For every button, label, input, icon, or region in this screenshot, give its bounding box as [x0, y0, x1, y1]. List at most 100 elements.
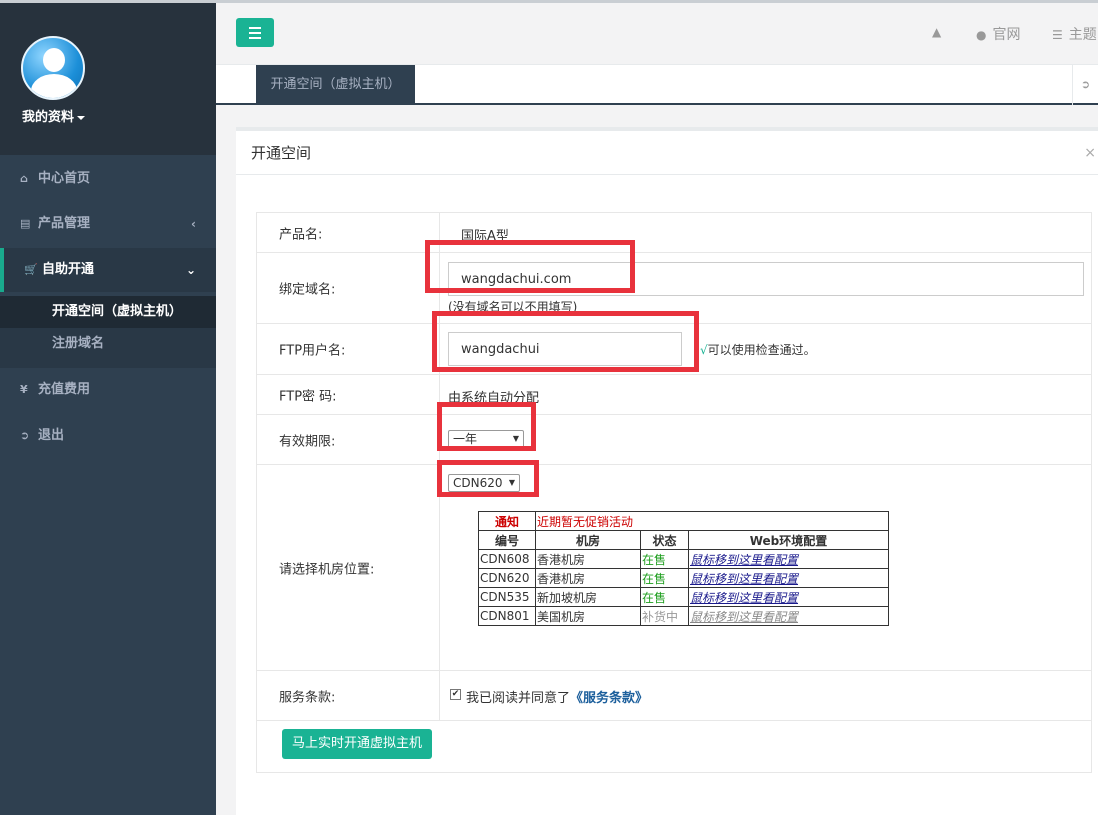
room-config-link[interactable]: 鼠标移到这里看配置 [688, 606, 889, 626]
avatar[interactable] [21, 36, 85, 100]
highlight-box-period [437, 402, 536, 451]
form-row-submit: 马上实时开通虚拟主机 [256, 720, 1092, 773]
close-icon[interactable]: × [1084, 145, 1096, 161]
chevron-down-icon: ⌄ [185, 263, 196, 277]
page-tab-bar: 开通空间（虚拟主机） ➲ [216, 64, 1098, 105]
room-table-notice-row: 通知 近期暂无促销活动 [478, 511, 889, 531]
server-icon: ▤ [20, 217, 31, 230]
sidebar-subitem-label: 开通空间（虚拟主机） [52, 304, 183, 319]
form-row-product: 产品名: 国际A型 [256, 212, 1092, 253]
signout-icon: ➲ [20, 429, 30, 442]
form-row-period: 有效期限: 一年 ▼ [256, 414, 1092, 465]
form-row-ftp-password: FTP密 码: 由系统自动分配 [256, 374, 1092, 415]
tab-label: 开通空间（虚拟主机） [270, 77, 401, 92]
sidebar-item-label: 自助开通 [42, 262, 95, 277]
table-row: CDN535 新加坡机房 在售 鼠标移到这里看配置 [478, 587, 889, 607]
profile-section: 我的资料 [0, 3, 216, 155]
sidebar-item-label: 产品管理 [38, 216, 91, 231]
room-config-link[interactable]: 鼠标移到这里看配置 [688, 587, 889, 607]
bell-icon: ▲ [932, 25, 942, 39]
terms-checkbox[interactable]: ✔ [450, 689, 461, 700]
column-header: Web环境配置 [688, 530, 889, 550]
yen-icon: ¥ [20, 383, 28, 396]
top-navbar: ▲ ● 官网 ☰ 主题 [216, 3, 1098, 64]
sidebar-item-products[interactable]: ▤ 产品管理 ‹ [0, 202, 216, 246]
column-header: 编号 [478, 530, 536, 550]
room-id: CDN535 [478, 587, 536, 607]
room-config-link[interactable]: 鼠标移到这里看配置 [688, 549, 889, 569]
ftp-check-result: √可以使用检查通过。 [700, 341, 816, 358]
sidebar-item-label: 充值费用 [38, 382, 91, 397]
terms-label: 服务条款: [279, 690, 336, 705]
sidebar-subitem-label: 注册域名 [52, 336, 105, 351]
ftp-user-label: FTP用户名: [279, 343, 346, 359]
home-icon: ⌂ [20, 172, 28, 185]
theme-label: 主题 [1068, 27, 1097, 43]
room-label: 请选择机房位置: [279, 562, 375, 577]
form-row-terms: 服务条款: ✔ 我已阅读并同意了《服务条款》 [256, 670, 1092, 721]
list-icon: ☰ [1052, 28, 1063, 42]
terms-text: 我已阅读并同意了 [466, 691, 571, 706]
product-label: 产品名: [279, 227, 323, 242]
table-row: CDN801 美国机房 补货中 鼠标移到这里看配置 [478, 606, 889, 626]
sidebar-subitem-open-hosting[interactable]: 开通空间（虚拟主机） [0, 296, 216, 328]
room-table: 通知 近期暂无促销活动 编号 机房 状态 Web环境配置 CDN608 香港机房… [478, 511, 889, 626]
period-label: 有效期限: [279, 434, 336, 449]
check-mark-icon: √ [700, 343, 708, 357]
ftp-check-text: 可以使用检查通过。 [707, 343, 816, 357]
form-row-room: 请选择机房位置: CDN620 ▼ 通知 近期暂无促销活动 编号 机房 状态 We… [256, 464, 1092, 671]
highlight-box-ftp-user [432, 311, 699, 372]
content-panel: 开通空间 × 产品名: 国际A型 绑定域名: wangdachui.com (没… [236, 127, 1098, 815]
notice-label: 通知 [478, 511, 536, 531]
room-location: 新加坡机房 [535, 587, 641, 607]
caret-down-icon [77, 115, 86, 120]
official-site-link[interactable]: ● 官网 [976, 24, 1020, 44]
highlight-box-domain [425, 240, 635, 293]
sidebar-submenu: 开通空间（虚拟主机） 注册域名 [0, 296, 216, 368]
profile-name: 我的资料 [22, 110, 75, 125]
domain-label: 绑定域名: [279, 282, 336, 298]
sidebar-item-home[interactable]: ⌂ 中心首页 [0, 157, 216, 201]
room-status: 补货中 [640, 606, 689, 626]
room-config-link[interactable]: 鼠标移到这里看配置 [688, 568, 889, 588]
sidebar-item-logout[interactable]: ➲ 退出 [0, 414, 216, 458]
submit-button[interactable]: 马上实时开通虚拟主机 [282, 729, 433, 759]
tab-close-all-button[interactable]: ➲ [1072, 65, 1098, 105]
table-row: CDN608 香港机房 在售 鼠标移到这里看配置 [478, 549, 889, 569]
column-header: 状态 [640, 530, 689, 550]
sidebar-item-label: 退出 [38, 428, 65, 443]
table-row: CDN620 香港机房 在售 鼠标移到这里看配置 [478, 568, 889, 588]
cart-icon: 🛒 [24, 263, 38, 276]
menu-toggle-button[interactable] [236, 18, 274, 47]
room-id: CDN608 [478, 549, 536, 569]
sidebar-item-label: 中心首页 [38, 171, 91, 186]
room-id: CDN801 [478, 606, 536, 626]
chevron-left-icon: ‹ [191, 217, 196, 231]
terms-agreement: 我已阅读并同意了《服务条款》 [466, 687, 648, 706]
room-status: 在售 [640, 549, 689, 569]
sidebar-subitem-register-domain[interactable]: 注册域名 [0, 328, 216, 360]
sidebar: 我的资料 ⌂ 中心首页 ▤ 产品管理 ‹ 🛒 自助开通 ⌄ 开通空间（虚拟主机） 注册… [0, 3, 216, 815]
tab-open-hosting[interactable]: 开通空间（虚拟主机） [256, 65, 415, 105]
profile-menu-toggle[interactable]: 我的资料 [22, 106, 86, 125]
official-site-label: 官网 [992, 27, 1021, 43]
ftp-password-label: FTP密 码: [279, 389, 337, 404]
panel-title: 开通空间 [236, 131, 1098, 175]
sidebar-item-recharge[interactable]: ¥ 充值费用 [0, 368, 216, 412]
room-status: 在售 [640, 568, 689, 588]
notice-text: 近期暂无促销活动 [535, 511, 889, 531]
globe-icon: ● [976, 28, 987, 42]
highlight-box-room [437, 460, 539, 497]
signout-icon: ➲ [1080, 78, 1091, 91]
room-location: 香港机房 [535, 549, 641, 569]
room-location: 香港机房 [535, 568, 641, 588]
column-header: 机房 [535, 530, 641, 550]
room-location: 美国机房 [535, 606, 641, 626]
sidebar-item-self-service[interactable]: 🛒 自助开通 ⌄ [0, 248, 216, 292]
room-table-header: 编号 机房 状态 Web环境配置 [478, 530, 889, 550]
room-status: 在售 [640, 587, 689, 607]
room-id: CDN620 [478, 568, 536, 588]
notification-button[interactable]: ▲ [932, 24, 947, 40]
terms-link[interactable]: 《服务条款》 [570, 691, 648, 706]
theme-link[interactable]: ☰ 主题 [1052, 24, 1097, 44]
